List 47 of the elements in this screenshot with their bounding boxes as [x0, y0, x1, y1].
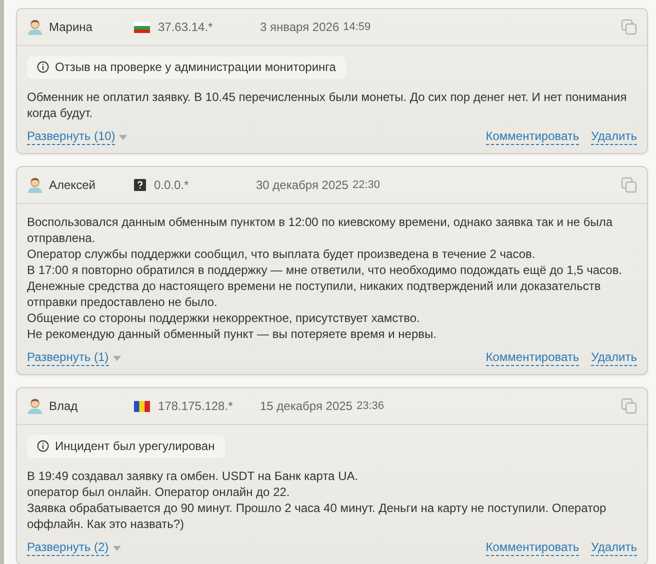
review-time: 22:30	[352, 179, 380, 191]
expand-link[interactable]: Развернуть (2)	[27, 540, 109, 556]
unknown-flag-icon	[134, 179, 146, 191]
caret-icon	[112, 546, 121, 550]
review-text: Не рекомендую данный обменный пункт — вы потеряете время и нервы.	[27, 326, 438, 342]
review-time: 23:36	[356, 400, 384, 412]
author-name: Влад	[49, 399, 79, 413]
comment-link[interactable]: Комментировать	[486, 129, 580, 145]
review-text: Денежные средства до настоящего времени не поступили, никаких подтверждений или доказательств отправки предоставлено не было.	[27, 278, 602, 310]
delete-link[interactable]: Удалить	[591, 540, 637, 556]
caret-icon	[112, 356, 121, 360]
review-date: 3 января 2026	[260, 20, 340, 34]
review-time: 14:59	[343, 21, 371, 33]
expand-link[interactable]: Развернуть (1)	[27, 350, 109, 366]
info-icon	[37, 440, 49, 452]
user-icon	[27, 177, 43, 193]
review-text: Оператор службы поддержки сообщил, что выплата будет произведена в течение 2 часов.	[27, 246, 536, 262]
review-text: Заявка обрабатывается до 90 минут. Прошло 2 часа 40 минут. Деньги на карту не поступили. Оператор оффлайн. Как это назвать?)	[27, 500, 608, 532]
review-text: Обменник не оплатил заявку. В 10.45 перечисленных были монеты. До сих пор денег нет. И нет понимания когда будут.	[27, 89, 628, 121]
expand-link[interactable]: Развернуть (10)	[27, 129, 116, 145]
review-date: 30 декабря 2025	[256, 178, 348, 192]
review-text: Общение со стороны поддержки некорректное, присутствует хамство.	[27, 310, 421, 326]
ip-address: 0.0.0.*	[154, 178, 190, 192]
author-name: Алексей	[49, 178, 96, 192]
flag-icon	[134, 400, 150, 412]
copy-icon[interactable]	[621, 398, 637, 414]
notice-text: Отзыв на проверке у администрации мониторинга	[55, 60, 336, 74]
notice-text: Инцидент был урегулирован	[55, 439, 215, 453]
review-text: оператор был онлайн. Оператор онлайн до 22.	[27, 484, 291, 500]
review-text: Воспользовался данным обменным пунктом в 12:00 по киевскому времени, однако заявка так и не была отправлена.	[27, 214, 614, 246]
comment-link[interactable]: Комментировать	[486, 350, 580, 366]
comment-link[interactable]: Комментировать	[486, 540, 580, 556]
review-date: 15 декабря 2025	[260, 399, 352, 413]
delete-link[interactable]: Удалить	[591, 129, 637, 145]
delete-link[interactable]: Удалить	[591, 350, 637, 366]
caret-icon	[119, 134, 128, 140]
review-text: В 17:00 я повторно обратился в поддержку — мне ответили, что необходимо подождать ещё до 1,5 часов.	[27, 262, 624, 278]
user-icon	[27, 19, 43, 35]
user-icon	[27, 398, 43, 414]
ip-address: 37.63.14.*	[158, 20, 214, 34]
flag-icon	[134, 22, 150, 32]
copy-icon[interactable]	[621, 19, 637, 35]
author-name: Марина	[49, 20, 94, 34]
info-icon	[37, 61, 49, 73]
review-text: В 19:49 создавал заявку га омбен. USDT на Банк карта UA.	[27, 468, 360, 484]
ip-address: 178.175.128.*	[158, 399, 234, 413]
copy-icon[interactable]	[621, 177, 637, 193]
